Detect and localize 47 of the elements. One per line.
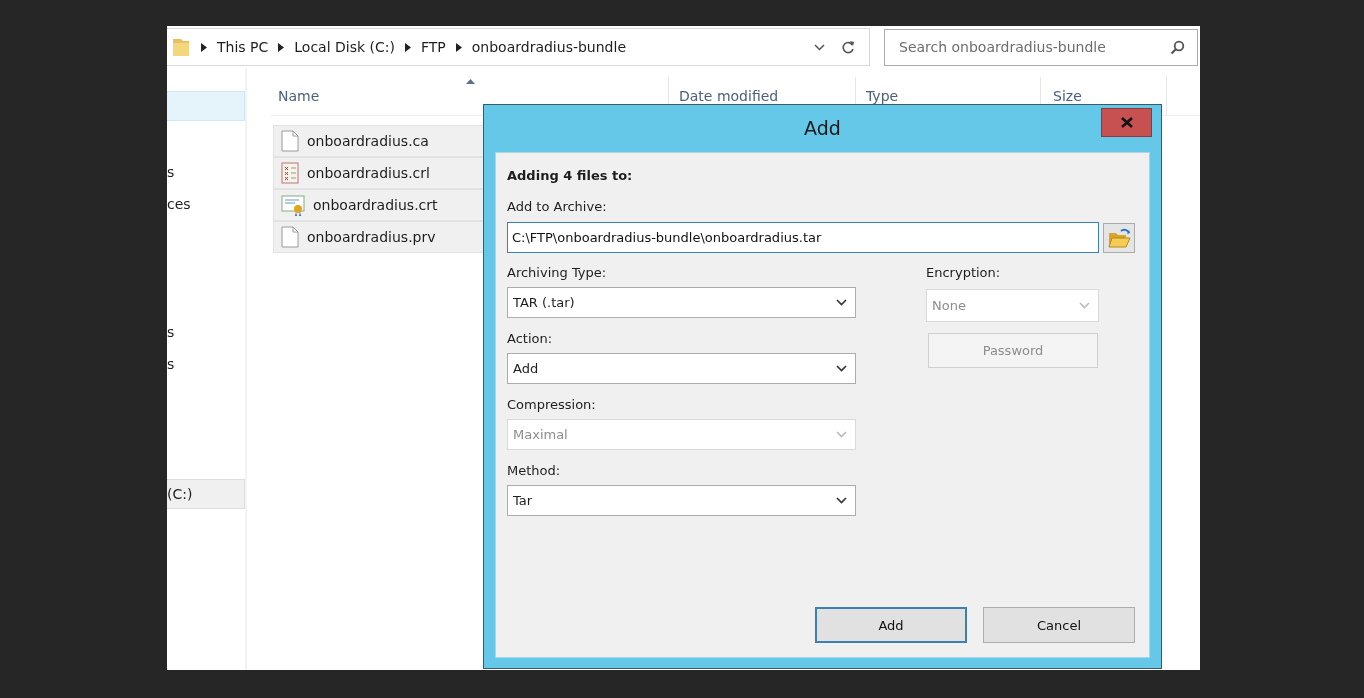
field-label: Action: <box>507 331 554 346</box>
sort-arrow-icon <box>465 79 475 84</box>
dropdown[interactable]: Add <box>507 353 856 384</box>
browse-button[interactable] <box>1103 222 1135 253</box>
search-field[interactable]: Search onboardradius-bundle <box>884 28 1198 66</box>
breadcrumb-arrow-icon[interactable] <box>455 42 462 52</box>
dropdown-icon[interactable] <box>814 43 825 51</box>
dropdown[interactable]: Tar <box>507 485 856 516</box>
refresh-icon[interactable] <box>841 39 855 55</box>
document-icon <box>281 226 299 248</box>
breadcrumb[interactable]: This PC <box>217 39 269 55</box>
chevron-icon <box>836 299 847 306</box>
address-bar[interactable]: This PC Local Disk (C:) FTP onboardradius-bundle <box>167 28 870 66</box>
dropdown[interactable]: TAR (.tar) <box>507 287 856 318</box>
field-label: Method: <box>507 463 562 478</box>
field-label: Compression: <box>507 397 597 412</box>
breadcrumb-arrow-icon[interactable] <box>404 42 411 52</box>
open-folder-icon <box>1107 226 1131 249</box>
folder-icon <box>171 36 191 58</box>
dialog-heading: Adding 4 files to: <box>507 168 634 183</box>
chevron-icon <box>836 431 847 438</box>
nav-item[interactable]: (C:) <box>167 479 245 509</box>
chevron-icon <box>836 365 847 372</box>
close-icon <box>1120 117 1133 128</box>
archive-path-field[interactable]: C:\FTP\onboardradius-bundle\onboardradius.tar <box>507 222 1099 253</box>
breadcrumb-arrow-icon[interactable] <box>278 42 285 52</box>
nav-item[interactable]: s <box>167 317 245 347</box>
cancel-button[interactable]: Cancel <box>983 607 1135 643</box>
chevron-icon <box>836 497 847 504</box>
search-icon <box>1170 39 1185 55</box>
breadcrumb[interactable]: FTP <box>420 39 446 55</box>
certificate-icon <box>281 194 305 216</box>
add-button[interactable]: Add <box>815 607 967 643</box>
chevron-icon <box>1079 302 1090 309</box>
dialog-title: Add <box>804 116 841 139</box>
field-label: Add to Archive: <box>507 199 608 214</box>
field-label: Encryption: <box>926 265 1002 280</box>
document-icon <box>281 130 299 152</box>
breadcrumb-arrow-icon[interactable] <box>201 42 207 52</box>
breadcrumb[interactable]: Local Disk (C:) <box>294 39 395 55</box>
nav-item[interactable]: s <box>167 157 245 187</box>
close-button[interactable] <box>1101 108 1152 137</box>
field-label: Archiving Type: <box>507 265 608 280</box>
list-document-icon <box>281 162 299 184</box>
breadcrumb[interactable]: onboardradius-bundle <box>471 39 626 55</box>
nav-item[interactable]: ces <box>167 189 245 219</box>
nav-item[interactable]: s <box>167 349 245 379</box>
